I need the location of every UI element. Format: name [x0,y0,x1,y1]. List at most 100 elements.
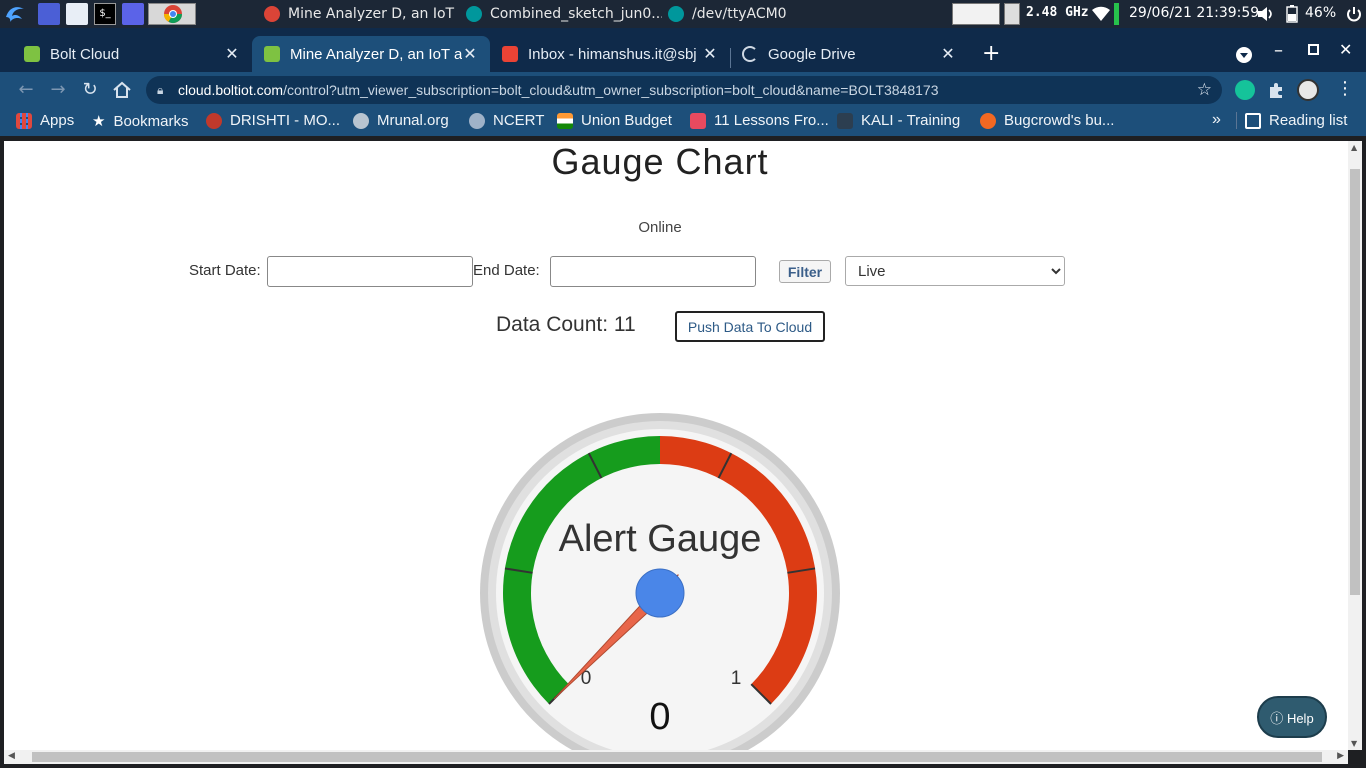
cpu-frequency: 2.48 GHz [1026,5,1089,20]
india-flag-icon [557,112,573,129]
terminal-icon[interactable]: $_ [94,3,116,25]
bookmarks-overflow-icon[interactable]: » [1212,111,1221,129]
tab-label: Inbox - himanshus.it@sbj [528,45,697,63]
home-icon[interactable] [112,81,132,99]
reading-list-label: Reading list [1269,112,1348,129]
star-icon: ★ [92,113,106,130]
memory-bar [1114,3,1119,25]
volume-icon[interactable] [1257,6,1275,22]
bookmark-bugcrowd[interactable]: Bugcrowd's bu... [980,112,1114,129]
drishti-favicon-icon [206,112,222,129]
wifi-icon[interactable] [1092,6,1110,22]
push-data-button[interactable]: Push Data To Cloud [675,311,825,342]
workspace-2-icon[interactable] [122,3,144,25]
arduino-icon [668,6,684,22]
kali-favicon-icon [837,112,853,129]
tab-close-icon[interactable]: ✕ [224,44,240,64]
address-bar[interactable]: 🔒︎ cloud.boltiot.com/control?utm_viewer_… [146,76,1222,104]
scroll-down-icon[interactable]: ▼ [1351,739,1357,748]
minimize-icon[interactable]: – [1274,40,1283,61]
bookmark-label: Mrunal.org [377,112,449,129]
kali-menu-icon[interactable] [3,3,27,25]
help-button[interactable]: ⓘ Help [1257,696,1327,738]
horizontal-scrollbar[interactable]: ◀ ▶ [4,750,1348,764]
tab-gmail-inbox[interactable]: Inbox - himanshus.it@sbj ✕ [490,36,730,72]
taskbar-window-chrome[interactable]: Mine Analyzer D, an IoT ... [264,0,460,28]
apps-grid-icon [16,112,32,129]
clock[interactable]: 29/06/21 21:39:59 [1129,5,1259,21]
tab-mine-analyzer[interactable]: Mine Analyzer D, an IoT an ✕ [252,36,490,72]
bolt-favicon-icon [264,46,280,62]
tab-close-icon[interactable]: ✕ [940,44,956,64]
globe-icon [353,112,369,129]
browser-toolbar: ← → ↻ 🔒︎ cloud.boltiot.com/control?utm_v… [0,72,1366,108]
scroll-up-icon[interactable]: ▲ [1351,143,1357,152]
power-icon[interactable] [1346,6,1362,22]
lessons-favicon-icon [690,112,706,129]
bookmark-star-icon[interactable]: ☆ [1197,76,1212,104]
vertical-scrollbar[interactable]: ▲ ▼ [1348,141,1362,750]
bookmark-label: Bookmarks [113,112,189,130]
os-taskbar: $_ Mine Analyzer D, an IoT ... Combined_… [0,0,1366,28]
scroll-right-icon[interactable]: ▶ [1337,751,1344,761]
url-path: /control?utm_viewer_subscription=bolt_cl… [283,82,939,98]
reading-list[interactable]: Reading list [1236,112,1347,129]
battery-icon[interactable] [1286,5,1298,23]
reload-icon[interactable]: ↻ [78,78,102,102]
mode-select[interactable]: Live [845,256,1065,286]
chrome-icon [264,6,280,22]
bugcrowd-favicon-icon [980,112,996,129]
bookmark-mrunal[interactable]: Mrunal.org [353,112,449,129]
more-menu-icon[interactable]: ⋮ [1336,78,1354,99]
end-date-label: End Date: [473,262,540,279]
close-window-icon[interactable]: ✕ [1339,40,1352,59]
vertical-scroll-thumb[interactable] [1350,169,1360,595]
memory-graph [1004,3,1020,25]
bookmark-bookmarks[interactable]: ★ Bookmarks [92,112,189,131]
maximize-icon[interactable] [1308,44,1319,55]
bookmark-label: 11 Lessons Fro... [714,112,829,129]
bookmark-label: NCERT [493,112,545,129]
bookmarks-bar: Apps ★ Bookmarks DRISHTI - MO... Mrunal.… [0,108,1366,136]
grammarly-icon[interactable] [1235,80,1255,100]
device-status: Online [638,219,682,236]
ncert-favicon-icon [469,112,485,129]
tab-close-icon[interactable]: ✕ [702,44,718,64]
scroll-left-icon[interactable]: ◀ [8,751,15,761]
bookmark-kali-training[interactable]: KALI - Training [837,112,960,129]
bookmark-apps[interactable]: Apps [16,112,74,129]
horizontal-scroll-thumb[interactable] [32,752,1322,762]
bookmark-union-budget[interactable]: Union Budget [557,112,672,129]
new-tab-icon[interactable]: + [982,41,1000,66]
taskbar-window-label: Combined_sketch_jun0... [490,6,662,22]
bookmark-drishti[interactable]: DRISHTI - MO... [206,112,340,129]
profile-avatar[interactable] [1297,79,1319,101]
workspace-1-icon[interactable] [38,3,60,25]
taskbar-window-arduino[interactable]: Combined_sketch_jun0... [466,0,662,28]
tab-google-drive[interactable]: Google Drive ✕ [730,36,968,72]
back-icon[interactable]: ← [14,78,38,102]
start-date-label: Start Date: [189,262,261,279]
chrome-launcher-icon[interactable] [148,3,196,25]
bookmark-ncert[interactable]: NCERT [469,112,544,129]
page-viewport: Gauge Chart Online Start Date: End Date:… [4,141,1348,750]
extensions-icon[interactable] [1267,81,1285,99]
page-title: Gauge Chart [551,141,769,182]
end-date-input[interactable] [550,256,756,287]
battery-level: 46% [1305,5,1337,21]
cpu-graph [952,3,1000,25]
tab-search-icon[interactable] [1235,46,1253,64]
bookmark-label: Apps [40,112,75,129]
tab-bolt-cloud[interactable]: Bolt Cloud ✕ [12,36,252,72]
gmail-icon [502,46,518,62]
forward-icon[interactable]: → [46,78,70,102]
bolt-favicon-icon [24,46,40,62]
filter-button[interactable]: Filter [779,260,831,283]
tab-close-icon[interactable]: ✕ [462,44,478,64]
taskbar-window-serial[interactable]: /dev/ttyACM0 [668,0,798,28]
start-date-input[interactable] [267,256,473,287]
bookmark-11-lessons[interactable]: 11 Lessons Fro... [690,112,829,129]
file-manager-icon[interactable] [66,3,88,25]
lock-icon[interactable]: 🔒︎ [157,76,163,104]
taskbar-window-label: /dev/ttyACM0 [692,6,787,22]
